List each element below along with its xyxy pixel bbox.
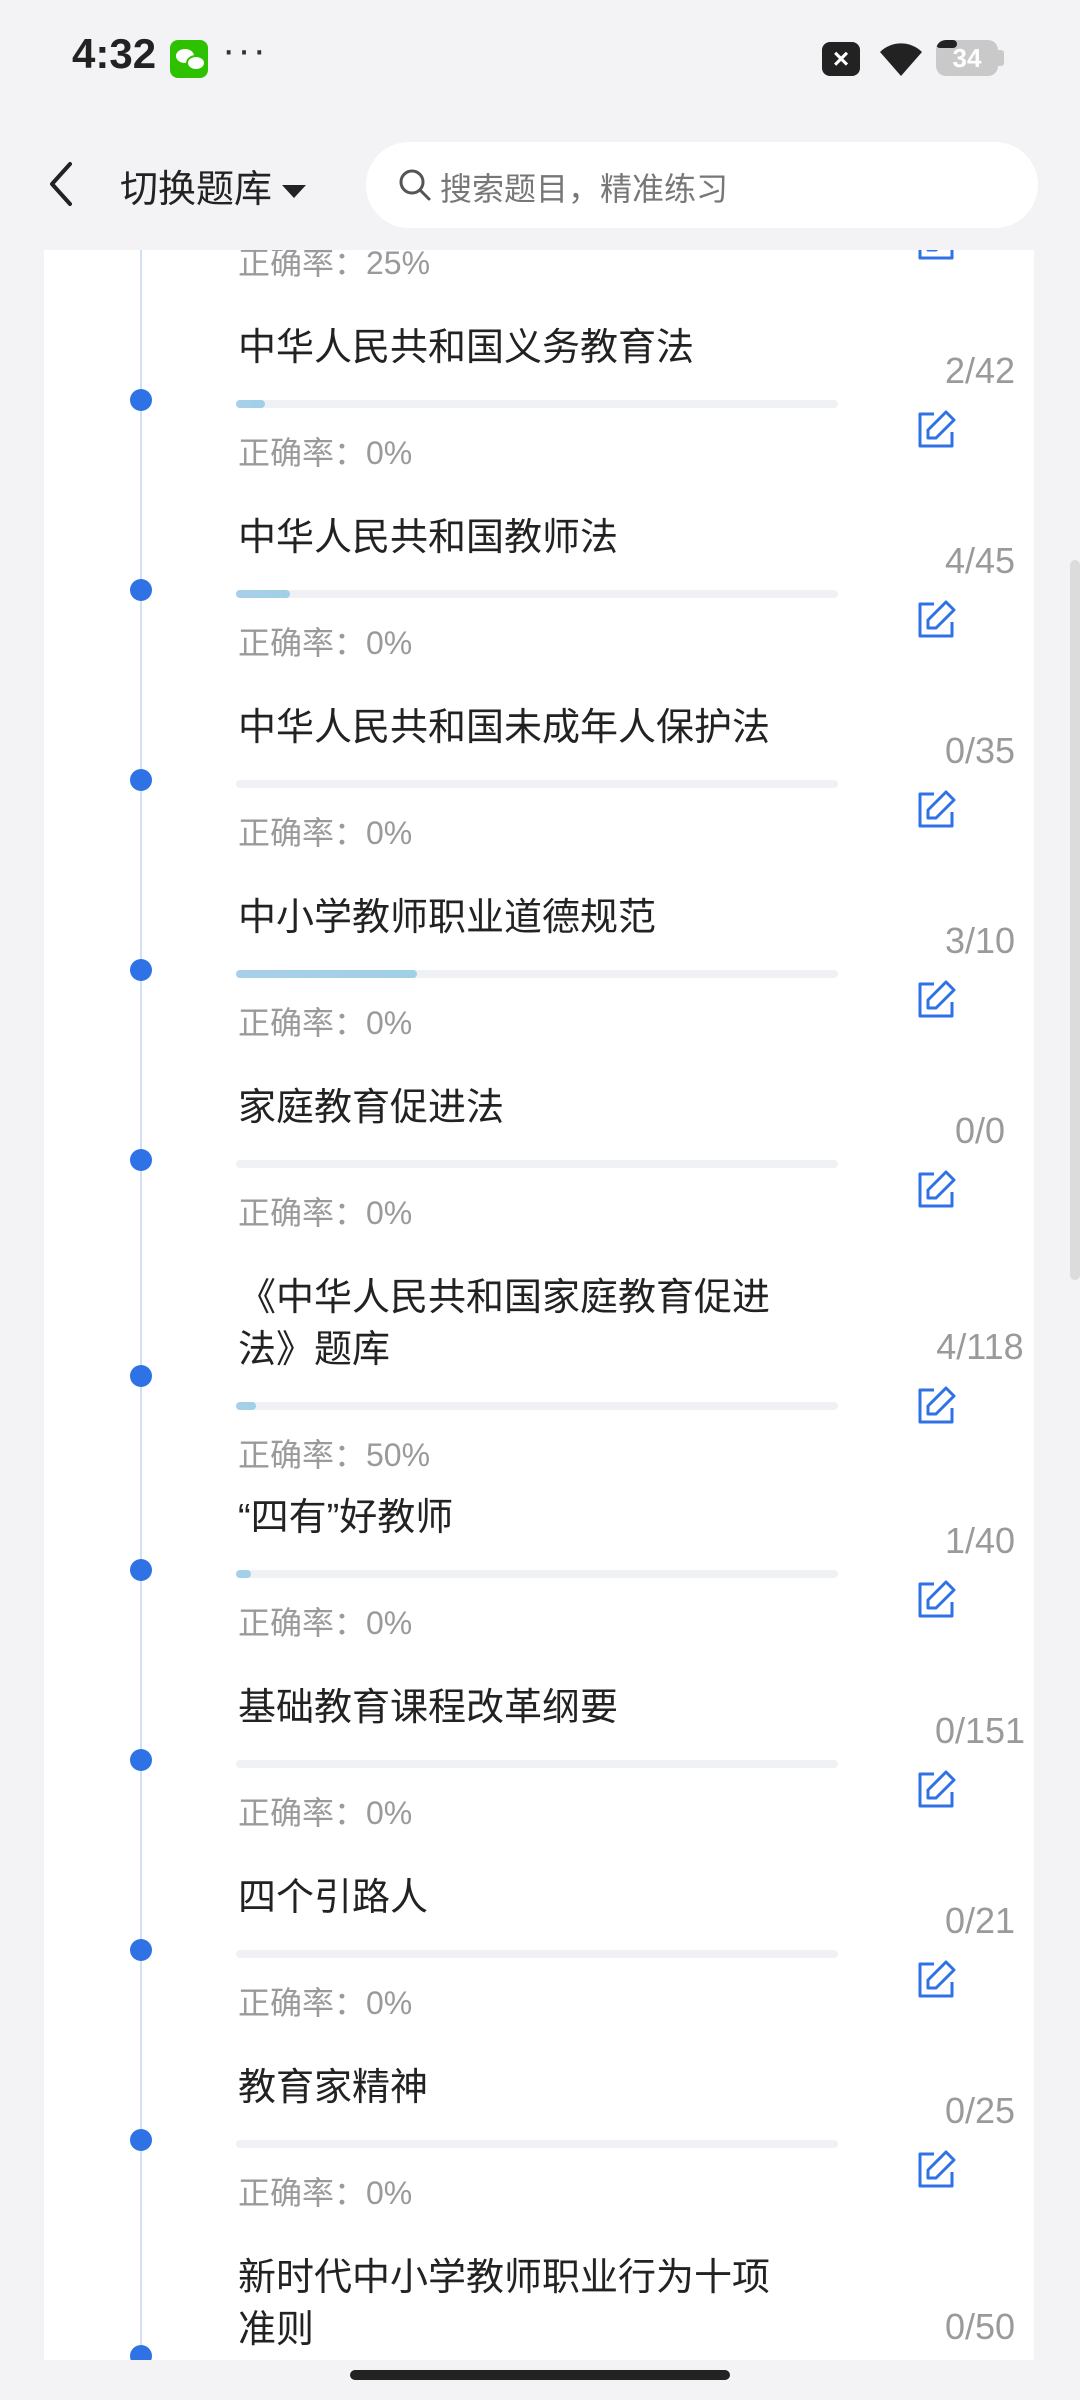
progress-track <box>236 2140 838 2148</box>
question-bank-title: 中小学教师职业道德规范 <box>238 897 657 939</box>
question-bank-title: 教育家精神 <box>238 2067 429 2109</box>
progress-count: 3/10 <box>944 920 1016 961</box>
home-indicator[interactable] <box>350 2370 730 2380</box>
progress-track <box>236 1950 838 1958</box>
close-icon: × <box>822 42 860 76</box>
question-bank-title: 中华人民共和国未成年人保护法 <box>238 707 771 749</box>
search-input[interactable]: 搜索题目，精准练习 <box>366 142 1038 228</box>
edit-icon[interactable] <box>914 250 958 264</box>
edit-icon[interactable] <box>914 788 958 832</box>
progress-count: 0/0 <box>954 1110 1006 1151</box>
progress-count: 0/21 <box>944 1900 1016 1941</box>
switch-question-bank-button[interactable]: 切换题库 <box>120 158 307 213</box>
accuracy-text: 正确率：0% <box>238 1795 413 1831</box>
accuracy-text: 正确率：0% <box>238 1985 413 2021</box>
progress-track <box>236 1570 838 1578</box>
progress-fill <box>236 970 417 978</box>
question-bank-list: 正确率：25% 中华人民共和国义务教育法 正确率：0% 2/42 中华人民共和国… <box>44 250 1034 2360</box>
timeline-line <box>140 250 142 2360</box>
scrollbar[interactable] <box>1070 560 1080 1280</box>
question-bank-title: 《中华人民共和国家庭教育促进法》题库 <box>238 1277 771 1371</box>
timeline-dot <box>130 1149 152 1171</box>
progress-count: 4/118 <box>936 1326 1024 1367</box>
question-bank-title: 中华人民共和国教师法 <box>238 517 619 559</box>
progress-count: 4/45 <box>944 540 1016 581</box>
accuracy-text: 正确率：0% <box>238 435 413 471</box>
progress-fill <box>236 1402 257 1410</box>
status-bar: 4:32 ··· × 34 <box>0 0 1080 120</box>
timeline-dot <box>130 2129 152 2151</box>
question-bank-title: 基础教育课程改革纲要 <box>238 1687 619 1729</box>
edit-icon[interactable] <box>914 408 958 452</box>
battery-level: 34 <box>952 43 982 73</box>
accuracy-text: 正确率：0% <box>238 1005 413 1041</box>
progress-count: 1/40 <box>944 1520 1016 1561</box>
progress-track <box>236 1760 838 1768</box>
timeline-dot <box>130 1559 152 1581</box>
accuracy-text: 正确率：0% <box>238 1605 413 1641</box>
timeline-dot <box>130 1939 152 1961</box>
battery-cap <box>998 50 1004 66</box>
status-time: 4:32 <box>72 30 157 77</box>
progress-track <box>236 590 838 598</box>
edit-icon[interactable] <box>914 598 958 642</box>
progress-fill <box>236 400 265 408</box>
more-notifications-icon: ··· <box>222 28 268 72</box>
edit-icon[interactable] <box>914 1768 958 1812</box>
timeline-dot <box>130 1749 152 1771</box>
question-bank-title: 四个引路人 <box>238 1877 429 1919</box>
accuracy-text: 正确率：0% <box>238 1195 413 1231</box>
question-bank-title: “四有”好教师 <box>238 1497 454 1539</box>
progress-count: 0/35 <box>944 730 1016 771</box>
search-icon <box>399 169 431 201</box>
timeline-dot <box>130 959 152 981</box>
question-bank-title: 家庭教育促进法 <box>238 1087 505 1129</box>
progress-fill <box>236 590 290 598</box>
progress-fill <box>236 1570 252 1578</box>
timeline-dot <box>130 389 152 411</box>
progress-track <box>236 780 838 788</box>
accuracy-text: 正确率：0% <box>238 815 413 851</box>
caret-down-icon <box>282 185 307 199</box>
chevron-left-icon[interactable] <box>42 156 82 212</box>
timeline-dot <box>130 2345 152 2360</box>
edit-icon[interactable] <box>914 1168 958 1212</box>
progress-track <box>236 1160 838 1168</box>
progress-count: 2/42 <box>944 350 1016 391</box>
progress-track <box>236 970 838 978</box>
accuracy-text: 正确率：0% <box>238 2175 413 2211</box>
progress-track <box>236 400 838 408</box>
search-placeholder: 搜索题目，精准练习 <box>440 171 729 207</box>
question-bank-title: 新时代中小学教师职业行为十项准则 <box>238 2257 771 2351</box>
edit-icon[interactable] <box>914 978 958 1022</box>
wechat-icon <box>170 40 208 78</box>
timeline-dot <box>130 769 152 791</box>
accuracy-text: 正确率：0% <box>238 625 413 661</box>
partial-accuracy-text: 正确率：25% <box>238 250 431 281</box>
timeline-dot <box>130 579 152 601</box>
switch-question-bank-label: 切换题库 <box>120 169 273 211</box>
accuracy-text: 正确率：50% <box>238 1437 431 1473</box>
timeline-dot <box>130 1365 152 1387</box>
question-bank-title: 中华人民共和国义务教育法 <box>238 327 695 369</box>
progress-count: 0/151 <box>934 1710 1026 1751</box>
progress-count: 0/50 <box>944 2306 1016 2347</box>
edit-icon[interactable] <box>914 1384 958 1428</box>
progress-count: 0/25 <box>944 2090 1016 2131</box>
top-bar: 切换题库 搜索题目，精准练习 <box>0 120 1080 250</box>
edit-icon[interactable] <box>914 1958 958 2002</box>
edit-icon[interactable] <box>914 2148 958 2192</box>
edit-icon[interactable] <box>914 1578 958 1622</box>
progress-track <box>236 1402 838 1410</box>
battery-icon: 34 <box>936 40 998 76</box>
wifi-icon <box>880 43 922 76</box>
